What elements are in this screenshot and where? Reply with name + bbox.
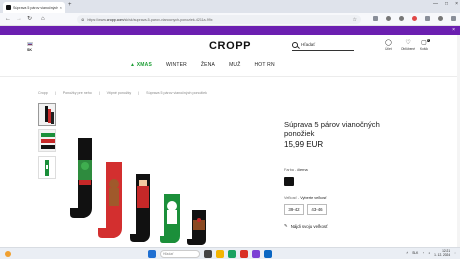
url-text: https://www.cropp.com/sk/sk/suprava-5-pa… [87,17,213,22]
edge-browser-icon[interactable] [228,250,236,258]
address-bar[interactable]: ⊜ https://www.cropp.com/sk/sk/suprava-5-… [77,15,361,24]
clock[interactable]: 12:21 1. 12. 2024 [434,249,450,257]
browser-tab-strip: Súprava 5 párov vianočných p × + — □ × [0,0,460,13]
bag-icon: ▢ [421,40,427,46]
color-label: Farba - čierna [284,168,308,172]
size-option-43-46[interactable]: 43-46 [307,204,327,215]
account-button[interactable]: ◯ Účet [385,40,392,51]
store-icon[interactable] [264,250,272,258]
taskbar-search[interactable]: Hľadať [160,250,200,258]
more-menu-icon[interactable] [451,16,456,21]
maximize-button[interactable]: □ [445,1,448,7]
breadcrumb: Cropp | Ponožky pre neho | Vtipné ponožk… [38,91,207,95]
site-search[interactable] [292,39,354,51]
product-image[interactable] [70,124,230,245]
file-explorer-icon[interactable] [216,250,224,258]
search-input[interactable] [301,42,349,47]
task-view-icon[interactable] [204,250,212,258]
bookmark-star-icon[interactable]: ☆ [353,17,357,23]
taskbar: Hľadať ˄ SLK ◔ ◖ 12:21 1. 12. 2024 ◌ [0,247,460,259]
language-selector[interactable]: SK [27,48,32,52]
browser-tab[interactable]: Súprava 5 párov vianočných p × [3,2,65,13]
chrome-icon[interactable] [240,250,248,258]
clock-date: 1. 12. 2024 [434,253,451,258]
taskbar-apps: Hľadať [148,250,272,258]
minimize-button[interactable]: — [433,1,438,7]
product-title: Súprava 5 párov vianočných ponožiek [284,120,380,139]
new-tab-button[interactable]: + [68,2,72,8]
breadcrumb-current: Súprava 5 párov vianočných ponožiek [146,91,207,95]
product-thumbnail[interactable] [38,129,56,152]
christmas-tree-icon: ▲ [130,62,137,68]
forward-arrow-icon[interactable]: → [16,16,22,22]
cart-count-badge: 0 [426,39,430,42]
slovak-flag-icon[interactable] [27,42,33,46]
chevron-up-icon[interactable]: ˄ [406,251,408,255]
menu-item-muz[interactable]: MUŽ [229,62,240,68]
menu-item-hot-rn[interactable]: HOT RN [255,62,275,68]
cropp-favicon-icon [6,5,11,10]
extensions-icon[interactable] [373,16,378,21]
cart-button[interactable]: ▢ 0 Košík [420,39,430,51]
volume-icon[interactable]: ◖ [428,251,430,255]
color-swatch-black[interactable] [284,177,294,186]
wishlist-label: Obľúbené [401,47,416,51]
cart-label: Košík [420,47,428,51]
reload-icon[interactable]: ↻ [27,16,32,22]
start-icon[interactable] [148,250,156,258]
favorites-icon[interactable] [399,16,404,21]
cropp-logo[interactable]: CROPP [209,40,251,52]
size-label: Veľkosť - Vyberte veľkosť [284,196,327,200]
product-price: 15,99 EUR [284,140,324,149]
product-thumbnail[interactable] [38,156,56,179]
size-guide-link[interactable]: ✎ Nájdi svoju veľkosť [284,223,328,229]
window-controls: — □ × [433,1,458,7]
weather-icon[interactable] [5,251,11,257]
ruler-icon: ✎ [284,223,288,228]
system-tray: ˄ SLK ◔ ◖ 12:21 1. 12. 2024 ◌ [406,249,456,257]
menu-item-xmas[interactable]: ▲ XMAS [130,62,152,68]
account-label: Účet [385,47,392,51]
site-info-icon[interactable]: ⊜ [81,17,84,23]
breadcrumb-item[interactable]: Cropp [38,91,48,95]
size-value: Vyberte veľkosť [300,196,327,200]
color-value: čierna [297,168,308,172]
breadcrumb-item[interactable]: Vtipné ponožky [107,91,132,95]
app-icon[interactable] [252,250,260,258]
menu-item-winter[interactable]: WINTER [166,62,187,68]
size-option-39-42[interactable]: 39-42 [284,204,304,215]
wifi-icon[interactable]: ◔ [422,251,424,255]
promo-close-icon[interactable]: × [452,27,455,33]
search-icon [292,41,298,48]
promo-banner: × [0,26,460,35]
main-menu: ▲ XMAS WINTER ŽENA MUŽ HOT RN [130,62,275,68]
tab-title: Súprava 5 párov vianočných p [13,5,58,10]
extension-red-icon[interactable] [412,16,417,21]
browser-toolbar: ← → ↻ ⌂ ⊜ https://www.cropp.com/sk/sk/su… [0,13,460,26]
split-screen-icon[interactable] [386,16,391,21]
breadcrumb-item[interactable]: Ponožky pre neho [63,91,92,95]
heart-icon: ♡ [405,40,411,46]
collections-icon[interactable] [425,16,430,21]
home-icon[interactable]: ⌂ [41,16,45,22]
profile-icon[interactable] [438,16,443,21]
header-divider [0,76,460,77]
back-arrow-icon[interactable]: ← [5,16,11,22]
input-language[interactable]: SLK [412,251,418,255]
toolbar-icons [373,16,456,21]
close-window-button[interactable]: × [455,1,458,7]
user-icon: ◯ [385,40,392,46]
size-guide-label: Nájdi svoju veľkosť [290,223,328,229]
product-thumbnail[interactable] [38,103,56,126]
tab-close-icon[interactable]: × [60,5,62,10]
notifications-icon[interactable]: ◌ [454,251,456,255]
menu-item-zena[interactable]: ŽENA [201,62,215,68]
wishlist-button[interactable]: ♡ Obľúbené [401,40,415,51]
